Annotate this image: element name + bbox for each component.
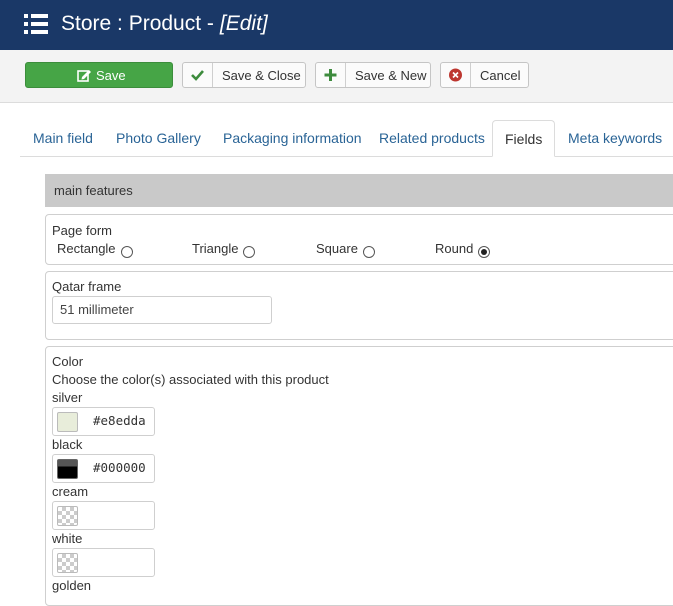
color-name-golden: golden bbox=[52, 578, 92, 593]
list-icon bbox=[24, 14, 48, 34]
cancel-button-label: Cancel bbox=[480, 68, 521, 83]
color-group: Color Choose the color(s) associated wit… bbox=[45, 346, 673, 606]
color-picker-black[interactable]: #000000 bbox=[52, 454, 155, 483]
color-name-black: black bbox=[52, 437, 83, 452]
edit-icon bbox=[77, 70, 91, 82]
check-icon bbox=[191, 63, 213, 87]
save-close-button-label: Save & Close bbox=[222, 68, 301, 83]
radio-label-square: Square bbox=[316, 241, 358, 256]
page-form-group: Page form Rectangle Triangle Square Roun… bbox=[45, 214, 673, 265]
tab-related-products[interactable]: Related products bbox=[379, 120, 485, 156]
save-new-button-label: Save & New bbox=[355, 68, 427, 83]
page-title: Store : Product - [Edit] bbox=[61, 11, 268, 37]
color-swatch-empty[interactable] bbox=[57, 506, 78, 526]
save-button[interactable]: Save bbox=[25, 62, 173, 88]
cancel-circle-icon bbox=[449, 63, 471, 87]
page-header: Store : Product - [Edit] bbox=[0, 0, 673, 50]
color-picker-cream[interactable] bbox=[52, 501, 155, 530]
save-new-button[interactable]: Save & New bbox=[315, 62, 431, 88]
tab-packaging-information[interactable]: Packaging information bbox=[223, 120, 362, 156]
color-picker-white[interactable] bbox=[52, 548, 155, 577]
qatar-frame-input[interactable]: 51 millimeter bbox=[52, 296, 272, 324]
tab-fields[interactable]: Fields bbox=[492, 120, 556, 157]
page-title-text: Store : Product - bbox=[61, 12, 214, 35]
radio-rectangle[interactable] bbox=[121, 246, 133, 258]
qatar-frame-label: Qatar frame bbox=[52, 279, 122, 294]
section-header: main features bbox=[45, 174, 673, 207]
radio-label-rectangle: Rectangle bbox=[57, 241, 116, 256]
color-description: Choose the color(s) associated with this… bbox=[52, 372, 329, 387]
color-name-silver: silver bbox=[52, 390, 83, 405]
qatar-frame-group: Qatar frame 51 millimeter bbox=[45, 271, 673, 340]
radio-round[interactable] bbox=[478, 246, 490, 258]
radio-square[interactable] bbox=[363, 246, 375, 258]
tab-bar: Main field Photo Gallery Packaging infor… bbox=[20, 120, 673, 157]
save-button-label: Save bbox=[96, 68, 126, 83]
toolbar: Save Save & Close Save & New Cancel bbox=[0, 50, 673, 103]
color-swatch-empty[interactable] bbox=[57, 553, 78, 573]
color-picker-silver[interactable]: #e8edda bbox=[52, 407, 155, 436]
tab-meta-keywords[interactable]: Meta keywords bbox=[568, 120, 662, 156]
tab-main-field[interactable]: Main field bbox=[33, 120, 93, 156]
edit-mode-label: [Edit] bbox=[219, 12, 268, 35]
color-swatch[interactable] bbox=[57, 459, 78, 479]
color-name-cream: cream bbox=[52, 484, 89, 499]
color-label: Color bbox=[52, 354, 84, 369]
page-form-label: Page form bbox=[52, 223, 112, 238]
color-hex-value: #000000 bbox=[93, 460, 146, 475]
plus-icon bbox=[324, 63, 346, 87]
save-close-button[interactable]: Save & Close bbox=[182, 62, 306, 88]
color-hex-value: #e8edda bbox=[93, 413, 146, 428]
radio-label-round: Round bbox=[435, 241, 474, 256]
radio-label-triangle: Triangle bbox=[192, 241, 239, 256]
cancel-button[interactable]: Cancel bbox=[440, 62, 529, 88]
tab-photo-gallery[interactable]: Photo Gallery bbox=[116, 120, 201, 156]
color-swatch[interactable] bbox=[57, 412, 78, 432]
color-name-white: white bbox=[52, 531, 83, 546]
radio-triangle[interactable] bbox=[243, 246, 255, 258]
